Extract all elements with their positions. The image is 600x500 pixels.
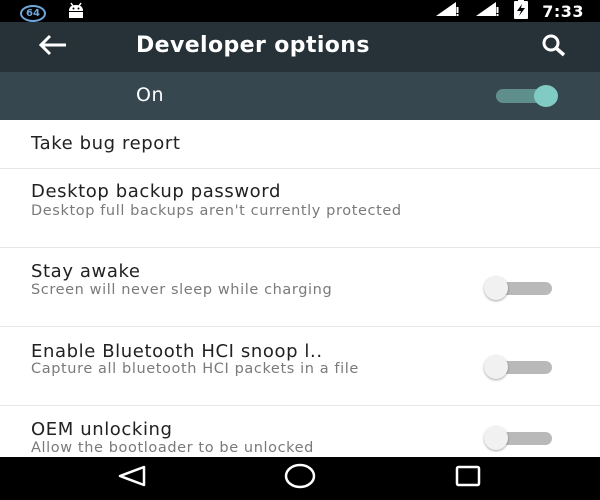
status-bar: 64 7:33 <box>0 0 600 22</box>
toggle-thumb <box>534 85 558 107</box>
status-time: 7:33 <box>542 1 584 21</box>
nav-recents-button[interactable] <box>448 463 488 493</box>
status-right-icons: 7:33 <box>434 0 584 22</box>
nav-home-button[interactable] <box>280 463 320 493</box>
triangle-back-icon <box>116 464 148 492</box>
app-toolbar: Developer options <box>0 22 600 72</box>
navigation-bar <box>0 457 600 500</box>
setting-title: OEM unlocking <box>31 419 173 440</box>
toggle-thumb <box>484 426 508 450</box>
back-button[interactable] <box>36 34 70 60</box>
setting-title: Take bug report <box>31 133 181 154</box>
signal-icon <box>434 0 460 22</box>
status-left-icons: 64 <box>20 2 86 24</box>
setting-title: Desktop backup password <box>31 181 281 202</box>
bluetooth-hci-snoop-toggle[interactable] <box>484 355 556 379</box>
setting-summary: Desktop full backups aren't currently pr… <box>31 203 402 219</box>
setting-summary: Allow the bootloader to be unlocked <box>31 440 314 456</box>
master-switch-label: On <box>136 84 164 106</box>
signal-icon-2 <box>474 0 500 22</box>
search-icon <box>540 33 570 61</box>
stay-awake-toggle[interactable] <box>484 276 556 300</box>
nav-back-button[interactable] <box>112 463 152 493</box>
circle-home-icon <box>283 462 317 494</box>
setting-stay-awake[interactable]: Stay awake Screen will never sleep while… <box>0 248 600 327</box>
setting-summary: Screen will never sleep while charging <box>31 282 333 298</box>
developer-options-toggle[interactable] <box>494 85 564 107</box>
square-recents-icon <box>452 464 484 492</box>
arrow-left-icon <box>38 34 68 60</box>
toggle-thumb <box>484 276 508 300</box>
search-button[interactable] <box>538 34 572 60</box>
master-switch-bar[interactable]: On <box>0 72 600 120</box>
setting-take-bug-report[interactable]: Take bug report <box>0 120 600 169</box>
setting-desktop-backup-password[interactable]: Desktop backup password Desktop full bac… <box>0 169 600 248</box>
android-icon <box>66 2 86 24</box>
toggle-thumb <box>484 355 508 379</box>
setting-title: Enable Bluetooth HCI snoop l.. <box>31 341 323 362</box>
battery-charging-icon <box>514 0 529 23</box>
setting-title: Stay awake <box>31 261 141 282</box>
oem-unlocking-toggle[interactable] <box>484 426 556 450</box>
setting-bluetooth-hci-snoop[interactable]: Enable Bluetooth HCI snoop l.. Capture a… <box>0 327 600 406</box>
64-bit-badge-icon: 64 <box>20 4 46 22</box>
page-title: Developer options <box>136 33 370 58</box>
setting-summary: Capture all bluetooth HCI packets in a f… <box>31 361 359 377</box>
settings-list: Take bug report Desktop backup password … <box>0 120 600 466</box>
